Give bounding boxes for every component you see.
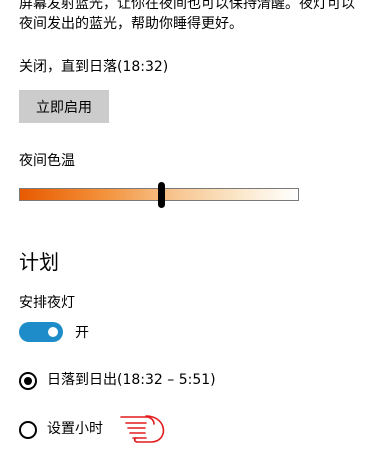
color-temperature-slider-thumb[interactable]	[158, 182, 165, 208]
description-line-1: 屏幕发射蓝光，让你在夜间也可以保持清醒。夜灯可以	[19, 0, 355, 12]
sunset-to-sunrise-radio[interactable]	[19, 372, 37, 390]
night-light-status: 关闭，直到日落(18:32)	[19, 59, 169, 75]
set-hours-label[interactable]: 设置小时	[47, 419, 103, 439]
schedule-night-light-label: 安排夜灯	[19, 295, 75, 311]
night-light-description: 屏幕发射蓝光，让你在夜间也可以保持清醒。夜灯可以 夜间发出的蓝光，帮助你睡得更好…	[19, 0, 383, 30]
radio-selected-dot	[24, 377, 32, 385]
enable-now-button[interactable]: 立即启用	[19, 90, 109, 123]
color-temperature-label: 夜间色温	[19, 153, 75, 169]
description-line-2: 夜间发出的蓝光，帮助你睡得更好。	[19, 16, 243, 30]
set-hours-radio[interactable]	[19, 421, 37, 439]
toggle-knob	[48, 327, 58, 337]
sunset-to-sunrise-label[interactable]: 日落到日出(18:32 – 5:51)	[47, 370, 216, 390]
schedule-night-light-toggle[interactable]	[19, 322, 63, 342]
toggle-state-label: 开	[75, 325, 89, 341]
pointing-hand-icon	[120, 415, 165, 443]
schedule-section-title: 计划	[19, 250, 59, 274]
